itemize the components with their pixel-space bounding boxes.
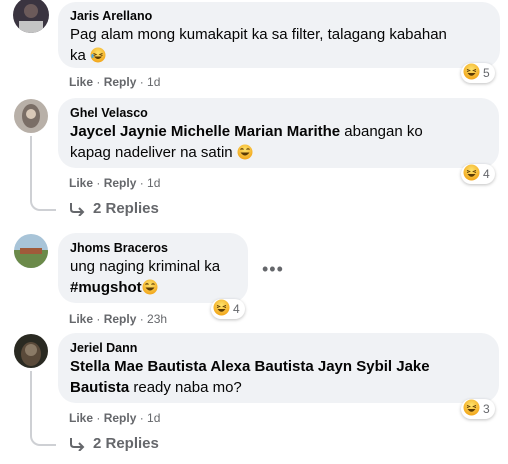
comment-bubble: Jaris Arellano Pag alam mong kumakapit k… (58, 2, 500, 68)
avatar-ghel-velasco[interactable] (14, 99, 48, 133)
reaction-count[interactable]: 4 (461, 164, 495, 184)
reply-link[interactable]: Reply (104, 176, 137, 190)
comment-text: ung naging kriminal ka (70, 258, 221, 275)
comment-bubble: Jhoms Braceros ung naging kriminal ka #m… (58, 233, 248, 303)
reply-arrow-icon (69, 437, 85, 451)
like-link[interactable]: Like (69, 75, 93, 89)
laughing-emoji-icon (237, 144, 253, 166)
comment-bubble: Jeriel Dann Stella Mae Bautista Alexa Ba… (58, 333, 499, 403)
mentioned-users[interactable]: Jaycel Jaynie Michelle Marian Marithe (70, 123, 340, 140)
comment-text: ka (70, 45, 488, 69)
comment-text: Pag alam mong kumakapit ka sa filter, ta… (70, 26, 447, 43)
haha-emoji-icon (463, 164, 480, 184)
avatar-jhoms-braceros[interactable] (14, 234, 48, 268)
more-options-icon[interactable]: ••• (262, 260, 284, 278)
comment-actions: Like · Reply · 23h (69, 312, 168, 326)
view-replies-button[interactable]: 2 Replies (69, 434, 159, 454)
comment-text: #mugshot (70, 277, 236, 301)
comment-bubble: Ghel Velasco Jaycel Jaynie Michelle Mari… (58, 98, 499, 168)
commenter-name[interactable]: Jhoms Braceros (70, 240, 236, 256)
comment-actions: Like · Reply · 1d (69, 75, 161, 89)
like-link[interactable]: Like (69, 176, 93, 190)
reply-link[interactable]: Reply (104, 411, 137, 425)
commenter-name[interactable]: Jeriel Dann (70, 340, 487, 356)
reaction-count[interactable]: 5 (461, 63, 495, 83)
hashtag-link[interactable]: #mugshot (70, 279, 142, 296)
haha-emoji-icon (463, 63, 480, 83)
mentioned-users[interactable]: Bautista (70, 379, 129, 396)
view-replies-button[interactable]: 2 Replies (69, 199, 159, 219)
timestamp[interactable]: 1d (147, 411, 160, 425)
haha-emoji-icon (213, 299, 230, 319)
reply-thread-line (30, 371, 56, 446)
like-link[interactable]: Like (69, 312, 93, 326)
comment-text: Bautista ready naba mo? (70, 379, 242, 396)
laughing-emoji-icon (90, 47, 106, 69)
reply-link[interactable]: Reply (104, 312, 137, 326)
laughing-emoji-icon (142, 279, 158, 301)
timestamp[interactable]: 1d (147, 176, 160, 190)
mentioned-users[interactable]: Stella Mae Bautista Alexa Bautista Jayn … (70, 356, 487, 377)
avatar-jaris-arellano[interactable] (13, 0, 49, 33)
reply-link[interactable]: Reply (104, 75, 137, 89)
reaction-count[interactable]: 3 (461, 399, 495, 419)
timestamp[interactable]: 23h (147, 312, 167, 326)
commenter-name[interactable]: Jaris Arellano (70, 8, 488, 24)
comment-text: kapag nadeliver na satin (70, 142, 487, 166)
comment-actions: Like · Reply · 1d (69, 176, 161, 190)
reaction-count[interactable]: 4 (211, 299, 245, 319)
avatar-jeriel-dann[interactable] (14, 334, 48, 368)
comment-actions: Like · Reply · 1d (69, 411, 161, 425)
reply-arrow-icon (69, 202, 85, 216)
timestamp[interactable]: 1d (147, 75, 160, 89)
haha-emoji-icon (463, 399, 480, 419)
comment-text: Jaycel Jaynie Michelle Marian Marithe ab… (70, 123, 423, 140)
commenter-name[interactable]: Ghel Velasco (70, 105, 487, 121)
like-link[interactable]: Like (69, 411, 93, 425)
reply-thread-line (30, 136, 56, 211)
